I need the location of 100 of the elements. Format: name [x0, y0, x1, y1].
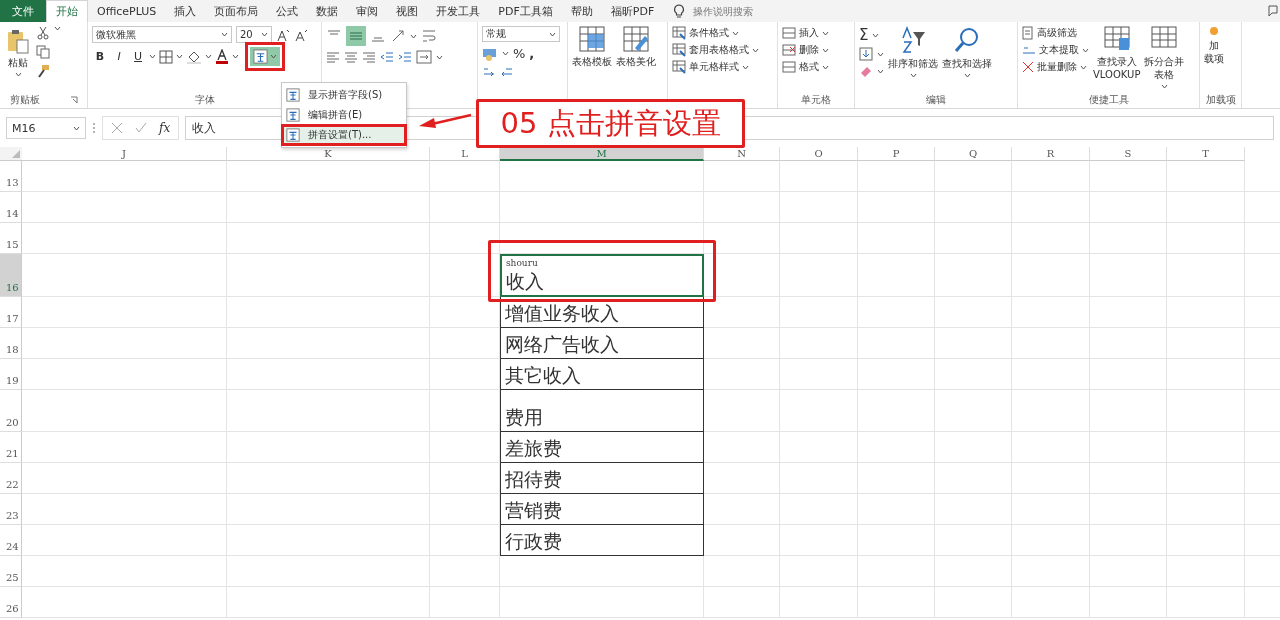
percent-button[interactable]: %	[513, 46, 526, 61]
row-header[interactable]: 13	[0, 161, 22, 192]
ribbon-tab[interactable]: 审阅	[347, 0, 388, 22]
shrink-font-icon[interactable]	[294, 27, 308, 42]
ribbon-button[interactable]: 删除	[782, 43, 850, 57]
scissors-icon[interactable]	[36, 26, 50, 40]
caret-icon[interactable]	[205, 54, 212, 59]
ribbon-button[interactable]: 套用表格格式	[672, 43, 773, 57]
orientation-icon[interactable]	[390, 28, 406, 44]
row-header[interactable]: 18	[0, 328, 22, 359]
ribbon-tab[interactable]: 开始	[46, 0, 88, 22]
table-cell[interactable]: shouru 收入	[500, 254, 704, 297]
table-cell[interactable]: 营销费	[500, 494, 704, 525]
italic-button[interactable]: I	[111, 50, 127, 63]
increase-decimal-icon[interactable]	[482, 65, 496, 77]
column-header[interactable]: J	[22, 147, 227, 161]
file-tab[interactable]: 文件	[0, 0, 46, 22]
ribbon-tab[interactable]: 福昕PDF	[601, 0, 664, 22]
caret-icon[interactable]	[732, 30, 739, 36]
menu-item[interactable]: 显示拼音字段(S)	[282, 85, 406, 105]
ribbon-button[interactable]: 表格美化	[616, 26, 656, 68]
row-header[interactable]: 16	[0, 254, 22, 297]
ribbon-button[interactable]: 文本提取	[1022, 43, 1089, 57]
ribbon-tab[interactable]: 视图	[387, 0, 428, 22]
ribbon-tab[interactable]: PDF工具箱	[489, 0, 562, 22]
caret-icon[interactable]	[963, 73, 971, 78]
caret-icon[interactable]	[54, 26, 61, 31]
caret-icon[interactable]	[436, 54, 443, 60]
format-painter-icon[interactable]	[36, 64, 50, 78]
font-color-icon[interactable]	[215, 49, 229, 64]
eraser-icon[interactable]	[859, 64, 873, 78]
wrap-text-icon[interactable]	[421, 28, 437, 44]
row-header[interactable]: 23	[0, 494, 22, 525]
ribbon-button[interactable]: 查找录入 VLOOKUP	[1093, 26, 1141, 81]
column-header[interactable]: Q	[935, 147, 1012, 161]
row-header[interactable]: 21	[0, 432, 22, 463]
column-header[interactable]: O	[780, 147, 858, 161]
caret-icon[interactable]	[502, 51, 509, 56]
caret-icon[interactable]	[149, 54, 156, 59]
row-header[interactable]: 22	[0, 463, 22, 494]
caret-icon[interactable]	[73, 125, 80, 131]
caret-icon[interactable]	[176, 54, 183, 59]
table-cell[interactable]: 招待费	[500, 463, 704, 494]
number-format-dropdown[interactable]: 常规	[482, 26, 560, 42]
paste-button[interactable]: 粘贴	[4, 26, 32, 79]
ribbon-button[interactable]: 插入	[782, 26, 850, 40]
column-header[interactable]: L	[430, 147, 500, 161]
column-header[interactable]: S	[1090, 147, 1167, 161]
caret-icon[interactable]	[742, 64, 749, 70]
row-header[interactable]: 14	[0, 192, 22, 223]
caret-icon[interactable]	[752, 47, 759, 53]
caret-icon[interactable]	[1082, 47, 1089, 53]
grow-font-icon[interactable]	[276, 27, 290, 42]
caret-icon[interactable]	[1160, 84, 1168, 89]
column-header[interactable]: R	[1012, 147, 1090, 161]
table-cell[interactable]: 网络广告收入	[500, 328, 704, 359]
ribbon-tab[interactable]: 帮助	[561, 0, 602, 22]
table-cell[interactable]: 差旅费	[500, 432, 704, 463]
dialog-launcher-icon[interactable]	[69, 96, 78, 104]
caret-icon[interactable]	[872, 32, 880, 38]
ribbon-tab[interactable]: 开发工具	[427, 0, 490, 22]
ribbon-tab[interactable]: 数据	[307, 0, 348, 22]
menu-item[interactable]: 拼音设置(T)...	[282, 125, 406, 145]
comma-button[interactable]: ,	[529, 46, 535, 61]
merge-cells-icon[interactable]	[416, 50, 432, 64]
caret-icon[interactable]	[410, 33, 417, 39]
table-cell[interactable]: 行政费	[500, 525, 704, 556]
checkmark-icon[interactable]	[135, 122, 147, 134]
menu-item[interactable]: 编辑拼音(E)	[282, 105, 406, 125]
caret-icon[interactable]	[261, 32, 268, 37]
comment-icon[interactable]	[1268, 5, 1278, 17]
row-header[interactable]: 25	[0, 556, 22, 587]
find-select-button[interactable]: 查找和选择	[942, 26, 992, 78]
font-name-dropdown[interactable]: 微软雅黑	[92, 26, 232, 43]
ribbon-button[interactable]: 格式	[782, 60, 850, 74]
row-header[interactable]: 26	[0, 587, 22, 618]
add-ins-button[interactable]: 加 载项	[1204, 26, 1224, 65]
caret-icon[interactable]	[822, 64, 829, 70]
ribbon-button[interactable]: 表格模板	[572, 26, 612, 68]
caret-icon[interactable]	[1080, 64, 1087, 70]
column-header[interactable]: T	[1167, 147, 1245, 161]
currency-icon[interactable]	[482, 46, 498, 61]
ribbon-button[interactable]: 单元格样式	[672, 60, 773, 74]
column-header[interactable]: P	[858, 147, 935, 161]
name-box[interactable]: M16	[6, 117, 86, 139]
ribbon-button[interactable]: 条件格式	[672, 26, 773, 40]
fill-bucket-icon[interactable]	[186, 49, 202, 64]
caret-icon[interactable]	[549, 31, 556, 37]
table-cell[interactable]: 其它收入	[500, 359, 704, 390]
column-header[interactable]: N	[704, 147, 780, 161]
ribbon-tab[interactable]: 公式	[267, 0, 308, 22]
fill-down-icon[interactable]	[859, 47, 873, 61]
caret-icon[interactable]	[14, 72, 22, 77]
caret-icon[interactable]	[270, 54, 277, 59]
bold-button[interactable]: B	[92, 50, 108, 63]
insert-function-button[interactable]: fx	[159, 121, 171, 135]
border-icon[interactable]	[159, 49, 173, 64]
autosum-button[interactable]: Σ	[859, 26, 869, 44]
copy-icon[interactable]	[36, 45, 50, 59]
row-header[interactable]: 20	[0, 390, 22, 432]
